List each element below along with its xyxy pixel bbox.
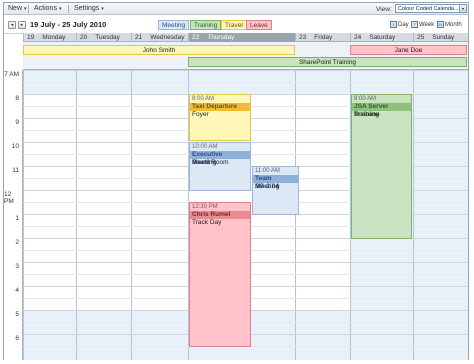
day-name: Tuesday [95,34,120,41]
day-name: Saturday [369,34,396,41]
actions-menu[interactable]: Actions ▾ [34,4,61,14]
day-view-label: Day [398,22,409,29]
day-view-button[interactable]: 1 Day [390,21,409,30]
event-team-meeting[interactable]: 11:00 AM Team Meeting SG 2.04 [252,166,299,215]
day-name: Monday [42,34,66,41]
toolbar: New ▾ Actions ▾ Settings ▾ View: Colour Cod… [4,3,468,15]
all-day-event-jane-doe[interactable]: Jane Doe [350,45,467,55]
month-view-button[interactable]: 31 Month [437,21,462,30]
legend-meeting: Meeting [158,20,190,30]
arrow-right-icon: ▸ [20,22,24,28]
chevron-down-icon: ▾ [24,6,27,12]
week-view-button[interactable]: 7 Week [411,21,434,30]
day-header-wednesday[interactable]: 21 Wednesday [131,33,188,42]
day-column-sunday[interactable] [413,70,468,360]
arrow-left-icon: ◂ [10,22,14,28]
day-number: 25 [417,34,425,41]
event-location: Foyer [192,111,209,118]
legend-travel: Travel [221,20,247,30]
day-header-friday[interactable]: 23 Friday [295,33,350,42]
day-number: 19 [27,34,35,41]
new-menu-label: New [8,5,23,12]
hour-label: 1 [15,215,19,222]
chevron-down-icon: ▾ [101,6,104,12]
hour-label: 7 AM [4,71,19,78]
day-name: Friday [314,34,333,41]
toolbar-divider [28,5,29,13]
hour-label: 2 [15,239,19,246]
hour-gutter: 7 AM 8 9 10 11 12 PM 1 2 3 4 5 6 [4,70,23,360]
chevron-down-icon: ▾ [58,6,62,12]
new-menu[interactable]: New ▾ [8,4,27,14]
day-number: 23 [299,34,307,41]
hour-label: 4 [15,287,19,294]
event-title: Team Meeting [253,175,298,190]
all-day-area: John Smith Jane Doe SharePoint Training [23,42,468,70]
event-title: Chris Rumel [190,211,250,219]
all-day-event-john-smith[interactable]: John Smith [23,45,295,55]
week-view-label: Week [419,22,435,29]
day-number: 22 [192,34,200,41]
event-taxi-departure[interactable]: 8:00 AM Taxi Departure Foyer [189,94,251,141]
event-time: 8:00 AM [354,96,377,102]
view-select-value: Colour Coded Calenda... [398,6,459,12]
all-day-event-sharepoint-training[interactable]: SharePoint Training [188,57,467,67]
hour-label: 10 [11,143,19,150]
event-executive-meeting[interactable]: 10:00 AM Executive Meeting Board Room [189,142,251,191]
day-name: Thursday [207,34,235,41]
month-view-icon: 31 [437,21,444,28]
hour-label: 3 [15,263,19,270]
day-name: Sunday [432,34,455,41]
event-time: 12:30 PM [192,204,218,210]
hour-label: 8 [15,95,19,102]
event-time: 10:00 AM [192,144,218,150]
settings-menu-label: Settings [74,5,100,12]
day-header-monday[interactable]: 19 Monday [23,33,76,42]
event-location: Brisbane [354,111,380,118]
event-title: Executive Meeting [190,151,250,166]
date-range-title: 19 July - 25 July 2010 [30,20,107,29]
hour-label: 5 [15,311,19,318]
month-view-label: Month [445,22,462,29]
chevron-down-icon: ▾ [459,5,466,12]
day-header-sunday[interactable]: 25 Sunday [413,33,468,42]
week-grid: 19 Monday 20 Tuesday 21 Wednesday 22 Thursda… [4,33,468,360]
event-location: Board Room [192,159,229,166]
week-view-icon: 7 [411,21,418,28]
prev-week-button[interactable]: ◂ [8,21,16,29]
event-location: SG 2.04 [255,183,279,190]
legend-training: Training [190,20,222,30]
day-name: Wednesday [150,34,185,41]
calendar-window: New ▾ Actions ▾ Settings ▾ View: Colour Cod… [3,2,469,360]
day-number: 24 [354,34,362,41]
day-header-tuesday[interactable]: 20 Tuesday [76,33,131,42]
event-jsa-server-training[interactable]: 8:00 AM JSA Server Training Brisbane [351,94,412,239]
event-title: JSA Server Training [352,103,411,118]
hour-label: 6 [15,335,19,342]
day-header-row: 19 Monday 20 Tuesday 21 Wednesday 22 Thursda… [23,33,468,42]
grid-line [23,70,468,71]
hour-label: 12 PM [4,191,14,205]
event-chris-rumel[interactable]: 12:30 PM Chris Rumel Track Day [189,202,251,347]
day-view-icon: 1 [390,21,397,28]
hour-label: 9 [15,119,19,126]
view-select[interactable]: Colour Coded Calenda... ▾ [395,4,467,13]
event-title: Taxi Departure [190,103,250,111]
actions-menu-label: Actions [34,5,57,12]
settings-menu[interactable]: Settings ▾ [74,4,104,14]
day-number: 20 [80,34,88,41]
hour-label: 11 [12,167,19,174]
next-week-button[interactable]: ▸ [18,21,26,29]
event-location: Track Day [192,219,222,226]
view-label: View: [376,6,392,13]
day-number: 21 [135,34,143,41]
day-header-thursday[interactable]: 22 Thursday [188,33,295,42]
event-time: 8:00 AM [192,96,215,102]
grid-line [23,82,468,83]
event-time: 11:00 AM [255,168,280,174]
day-header-saturday[interactable]: 24 Saturday [350,33,413,42]
toolbar-divider [68,5,69,13]
legend-leave: Leave [246,20,272,30]
